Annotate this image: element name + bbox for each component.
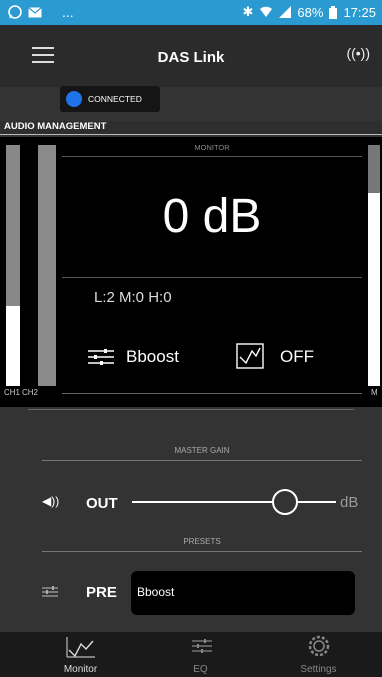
nav-settings[interactable]: Settings [255, 632, 382, 677]
ch1-label: CH1 [4, 388, 21, 397]
mail-icon [28, 6, 42, 17]
monitor-level: 0 dB [162, 190, 262, 243]
section-header: AUDIO MANAGEMENT [0, 121, 382, 135]
preset-sliders-icon [88, 349, 114, 365]
ch2-label: CH2 [22, 388, 39, 397]
nav-monitor[interactable]: Monitor [17, 632, 144, 677]
monitor-top-line [62, 156, 362, 157]
gear-icon [308, 635, 330, 657]
master-gain-label: MASTER GAIN [174, 446, 230, 455]
presets-label: PRESETS [183, 537, 221, 546]
battery-percent: 68% [297, 4, 324, 20]
bluetooth-icon: ✱ [242, 4, 254, 19]
bottom-nav: Monitor EQ Settings [0, 632, 382, 677]
m-label: M [371, 388, 378, 397]
gain-slider-handle[interactable] [272, 489, 298, 515]
monitor-preset-name[interactable]: Bboost [126, 347, 179, 367]
whatsapp-icon [8, 5, 22, 19]
ch1-meter [6, 306, 20, 386]
gain-slider-track[interactable] [132, 501, 336, 503]
analyzer-icon[interactable] [236, 343, 264, 369]
nav-settings-label: Settings [300, 664, 337, 675]
monitor-panel: MONITOR 0 dB L:2 M:0 H:0 Bboost OFF CH1 … [0, 137, 382, 407]
app-title: DAS Link [157, 49, 225, 66]
monitor-counters: L:2 M:0 H:0 [94, 289, 172, 306]
ch2-meter-track [38, 145, 56, 386]
broadcast-icon[interactable]: ((•)) [346, 45, 370, 61]
nav-eq-label: EQ [193, 664, 208, 675]
gain-unit: dB [340, 494, 359, 511]
preset-current: Bboost [137, 585, 175, 599]
status-more: ... [62, 4, 74, 20]
wifi-icon [260, 6, 273, 17]
preset-select[interactable]: Bboost [131, 571, 355, 615]
presets-line [42, 551, 362, 552]
status-bar: ... ✱ 68% 17:25 [0, 0, 382, 25]
signal-icon [279, 6, 292, 18]
m-meter [368, 193, 380, 386]
monitor-mid-line [62, 277, 362, 278]
status-right: ✱ 68% 17:25 [243, 4, 376, 20]
status-left: ... [8, 4, 74, 20]
master-gain-line [42, 460, 362, 461]
app-bar: DAS Link ((•)) [0, 25, 382, 87]
presets-sliders-icon [42, 586, 58, 597]
analyzer-state[interactable]: OFF [280, 347, 314, 367]
monitor-bottom-line [62, 393, 362, 394]
gain-top-line [28, 409, 354, 410]
connection-badge[interactable]: CONNECTED [60, 86, 160, 112]
connection-status: CONNECTED [88, 94, 142, 104]
speaker-icon: ◀)) [42, 494, 60, 508]
pre-label: PRE [86, 584, 117, 601]
sliders-icon [192, 639, 212, 653]
clock: 17:25 [343, 4, 376, 20]
out-label: OUT [86, 495, 118, 512]
waveform-icon [66, 637, 95, 658]
monitor-label: MONITOR [194, 143, 230, 152]
battery-icon [329, 5, 338, 19]
nav-monitor-label: Monitor [63, 664, 98, 675]
gain-panel: MASTER GAIN ◀)) OUT dB PRESETS PRE Bboos… [0, 407, 382, 632]
connection-dot-icon [66, 91, 82, 107]
nav-eq[interactable]: EQ [137, 632, 264, 677]
